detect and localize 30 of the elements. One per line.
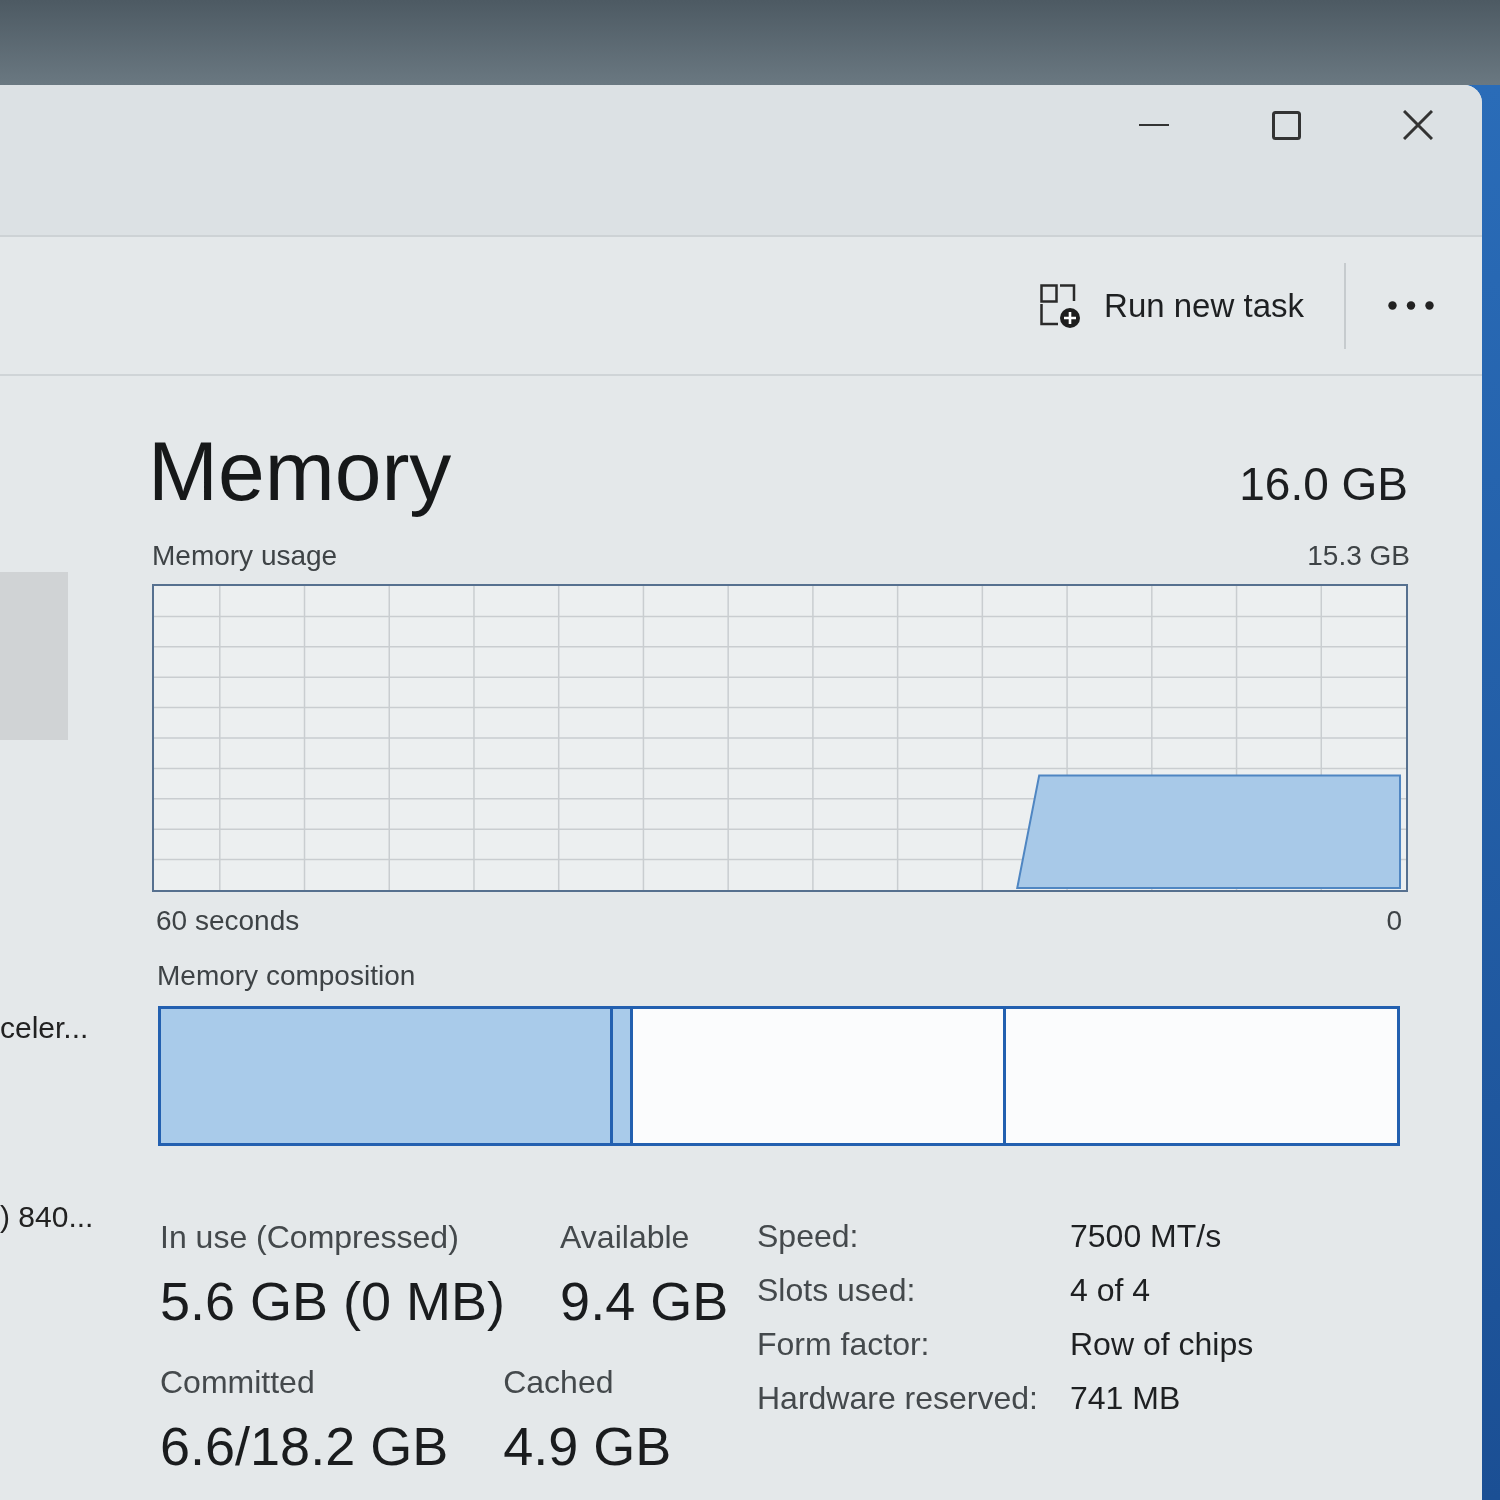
stat-label: Available <box>560 1218 691 1256</box>
detail-label: Form factor: <box>757 1325 931 1363</box>
detail-value: Row of chips <box>1070 1325 1254 1363</box>
sidebar-item[interactable]: celer... <box>0 1010 89 1046</box>
time-start-label: 60 seconds <box>156 904 300 938</box>
run-new-task-button[interactable]: Run new task <box>1040 283 1304 328</box>
sidebar-item[interactable]: ) 840... <box>0 1199 94 1235</box>
stat-label: Committed <box>160 1363 316 1401</box>
detail-value: 4 of 4 <box>1070 1271 1152 1309</box>
maximize-icon <box>1271 110 1301 140</box>
stat-value: 5.6 GB (0 MB) <box>160 1270 506 1333</box>
graph-title: Memory usage <box>152 539 338 573</box>
detail-label: Speed: <box>757 1217 860 1255</box>
run-task-icon <box>1040 283 1081 328</box>
total-memory: 16.0 GB <box>1239 461 1408 507</box>
graph-max-label: 15.3 GB <box>1307 539 1410 573</box>
minimize-icon <box>1139 124 1169 126</box>
detail-label: Slots used: <box>757 1271 917 1309</box>
stat-value: 4.9 GB <box>503 1415 672 1478</box>
stat-label: Cached <box>503 1363 615 1401</box>
composition-title: Memory composition <box>157 959 416 993</box>
stat-value: 9.4 GB <box>560 1270 729 1333</box>
detail-value: 741 MB <box>1070 1379 1182 1417</box>
stat-value: 6.6/18.2 GB <box>160 1415 449 1478</box>
detail-label: Hardware reserved: <box>757 1379 1039 1417</box>
time-end-label: 0 <box>1386 904 1402 938</box>
close-icon <box>1403 110 1433 140</box>
stat-label: In use (Compressed) <box>160 1218 460 1256</box>
more-icon <box>1388 301 1434 310</box>
detail-value: 7500 MT/s <box>1070 1217 1223 1255</box>
